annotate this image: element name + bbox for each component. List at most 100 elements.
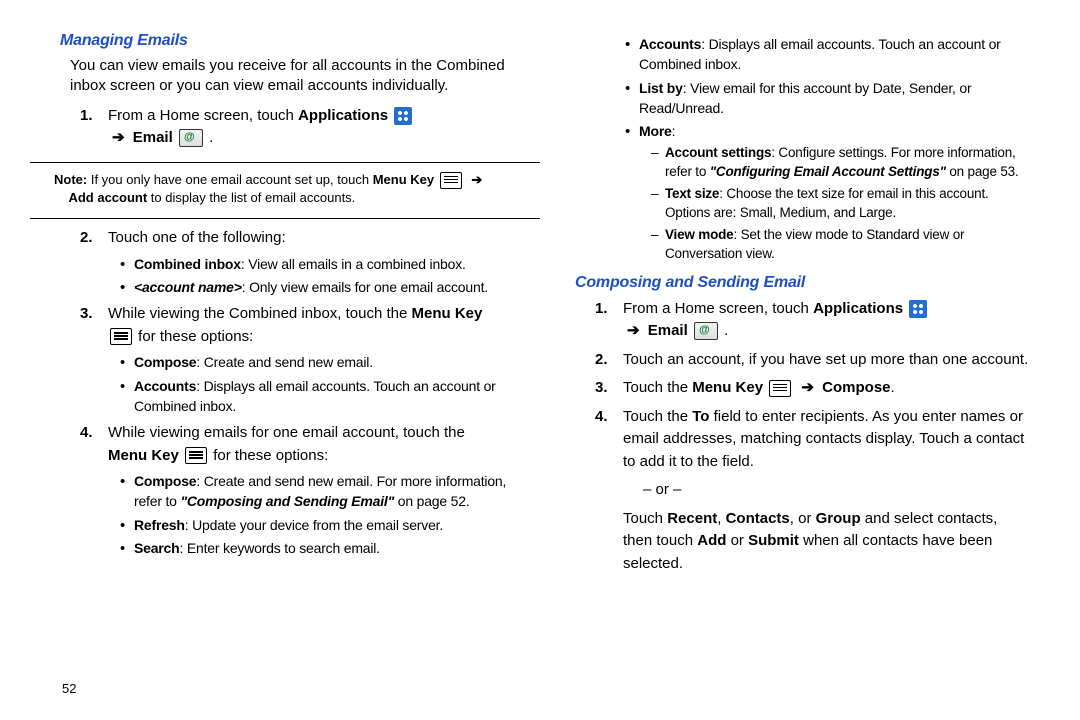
menu-key-icon [110,328,132,345]
bullet-accounts-r: Accounts: Displays all email accounts. T… [625,34,1030,75]
compose-label-2: Compose [134,473,196,489]
step-3: While viewing the Combined inbox, touch … [88,303,520,416]
bullet-accounts: Accounts: Displays all email accounts. T… [120,376,520,417]
viewmode-label: View mode [665,227,733,242]
step3-text-b: for these options: [134,328,253,345]
step3-text-a: While viewing the Combined inbox, touch … [108,305,412,322]
bullet-account-name: <account name>: Only view emails for one… [120,277,520,297]
acct-settings-pg: on page 53. [946,164,1019,179]
top-right-bullets: Accounts: Displays all email accounts. T… [625,34,1030,264]
compose-text: : Create and send new email. [196,354,373,370]
sub-view-mode: View mode: Set the view mode to Standard… [651,226,1030,264]
email-icon [694,322,718,340]
textsize-label: Text size [665,186,719,201]
manual-page: Managing Emails You can view emails you … [0,0,1080,601]
listby-text: : View email for this account by Date, S… [639,80,971,116]
r4-submit: Submit [748,532,799,549]
step1-text-a: From a Home screen, touch [108,107,298,124]
menu-key-icon [185,447,207,464]
right-column: Accounts: Displays all email accounts. T… [575,28,1030,581]
menu-key-icon [440,172,462,189]
composing-ref: "Composing and Sending Email" [180,493,394,509]
account-name-text: : Only view emails for one email account… [242,279,488,295]
r4-to: To [692,408,709,425]
r4-c3: , or [790,510,816,527]
r2-text: Touch an account, if you have set up mor… [623,351,1028,368]
note-add-account: Add account [68,190,147,205]
bullet-listby: List by: View email for this account by … [625,78,1030,119]
refresh-label: Refresh [134,517,185,533]
heading-managing-emails: Managing Emails [60,32,520,50]
r4-recent: Recent [667,510,717,527]
bullet-refresh: Refresh: Update your device from the ema… [120,515,520,535]
arrow-icon: ➔ [797,379,818,396]
r4-group: Group [816,510,861,527]
step-1: From a Home screen, touch Applications ➔… [88,105,520,150]
r1-text-a: From a Home screen, touch [623,300,813,317]
step2-bullets: Combined inbox: View all emails in a com… [120,254,520,298]
bullet-more: More: Account settings: Configure settin… [625,121,1030,264]
combined-inbox-text: : View all emails in a combined inbox. [241,256,466,272]
arrow-icon: ➔ [467,172,486,187]
search-label: Search [134,540,180,556]
combined-inbox-label: Combined inbox [134,256,241,272]
applications-label: Applications [298,107,388,124]
rstep-3: Touch the Menu Key ➔ Compose. [603,377,1030,400]
separator-bottom [30,218,540,219]
bullet-combined-inbox: Combined inbox: View all emails in a com… [120,254,520,274]
steps-list-left-2: Touch one of the following: Combined inb… [60,227,520,558]
note-menu-key: Menu Key [373,172,434,187]
email-label: Email [133,129,173,146]
arrow-icon: ➔ [108,129,129,146]
sub-account-settings: Account settings: Configure settings. Fo… [651,144,1030,182]
step-4: While viewing emails for one email accou… [88,422,520,558]
bullet-search: Search: Enter keywords to search email. [120,538,520,558]
r4-contacts: Contacts [726,510,790,527]
rstep-1: From a Home screen, touch Applications ➔… [603,298,1030,343]
note-block: Note: If you only have one email account… [54,171,520,207]
steps-list-right: From a Home screen, touch Applications ➔… [575,298,1030,576]
acct-settings-ref: "Configuring Email Account Settings" [710,164,946,179]
step4-menu-key: Menu Key [108,447,179,464]
sub-text-size: Text size: Choose the text size for emai… [651,185,1030,223]
intro-paragraph: You can view emails you receive for all … [70,56,520,97]
composing-ref-pg: on page 52. [394,493,469,509]
step3-bullets: Compose: Create and send new email. Acco… [120,352,520,416]
note-label: Note: [54,172,87,187]
accounts-label: Accounts [134,378,196,394]
refresh-text: : Update your device from the email serv… [185,517,443,533]
menu-key-icon [769,380,791,397]
arrow-icon: ➔ [623,322,644,339]
r3-menu: Menu Key [692,379,763,396]
steps-list-left: From a Home screen, touch Applications ➔… [60,105,520,150]
or-separator: – or – [643,479,1030,502]
separator-top [30,162,540,163]
r4-c2: , [717,510,725,527]
note-text-a: If you only have one email account set u… [87,172,372,187]
compose-label: Compose [134,354,196,370]
r1-email: Email [648,322,688,339]
left-column: Managing Emails You can view emails you … [60,28,520,581]
r3-text-a: Touch the [623,379,692,396]
accounts-label-r: Accounts [639,36,701,52]
r3-compose: Compose [822,379,890,396]
page-number: 52 [62,681,76,696]
more-colon: : [672,123,676,139]
r4-c1: Touch [623,510,667,527]
step2-text: Touch one of the following: [108,229,286,246]
bullet-compose-2: Compose: Create and send new email. For … [120,471,520,512]
search-text: : Enter keywords to search email. [180,540,380,556]
heading-composing-email: Composing and Sending Email [575,274,1030,292]
listby-label: List by [639,80,683,96]
bullet-compose: Compose: Create and send new email. [120,352,520,372]
rstep-4: Touch the To field to enter recipients. … [603,406,1030,576]
step4-text-b: for these options: [209,447,328,464]
r1-apps: Applications [813,300,903,317]
email-icon [179,129,203,147]
step3-menu-key: Menu Key [412,305,483,322]
step-2: Touch one of the following: Combined inb… [88,227,520,297]
more-label: More [639,123,672,139]
step4-text-a: While viewing emails for one email accou… [108,424,465,441]
r4-text-a: Touch the [623,408,692,425]
step4-bullets: Compose: Create and send new email. For … [120,471,520,558]
